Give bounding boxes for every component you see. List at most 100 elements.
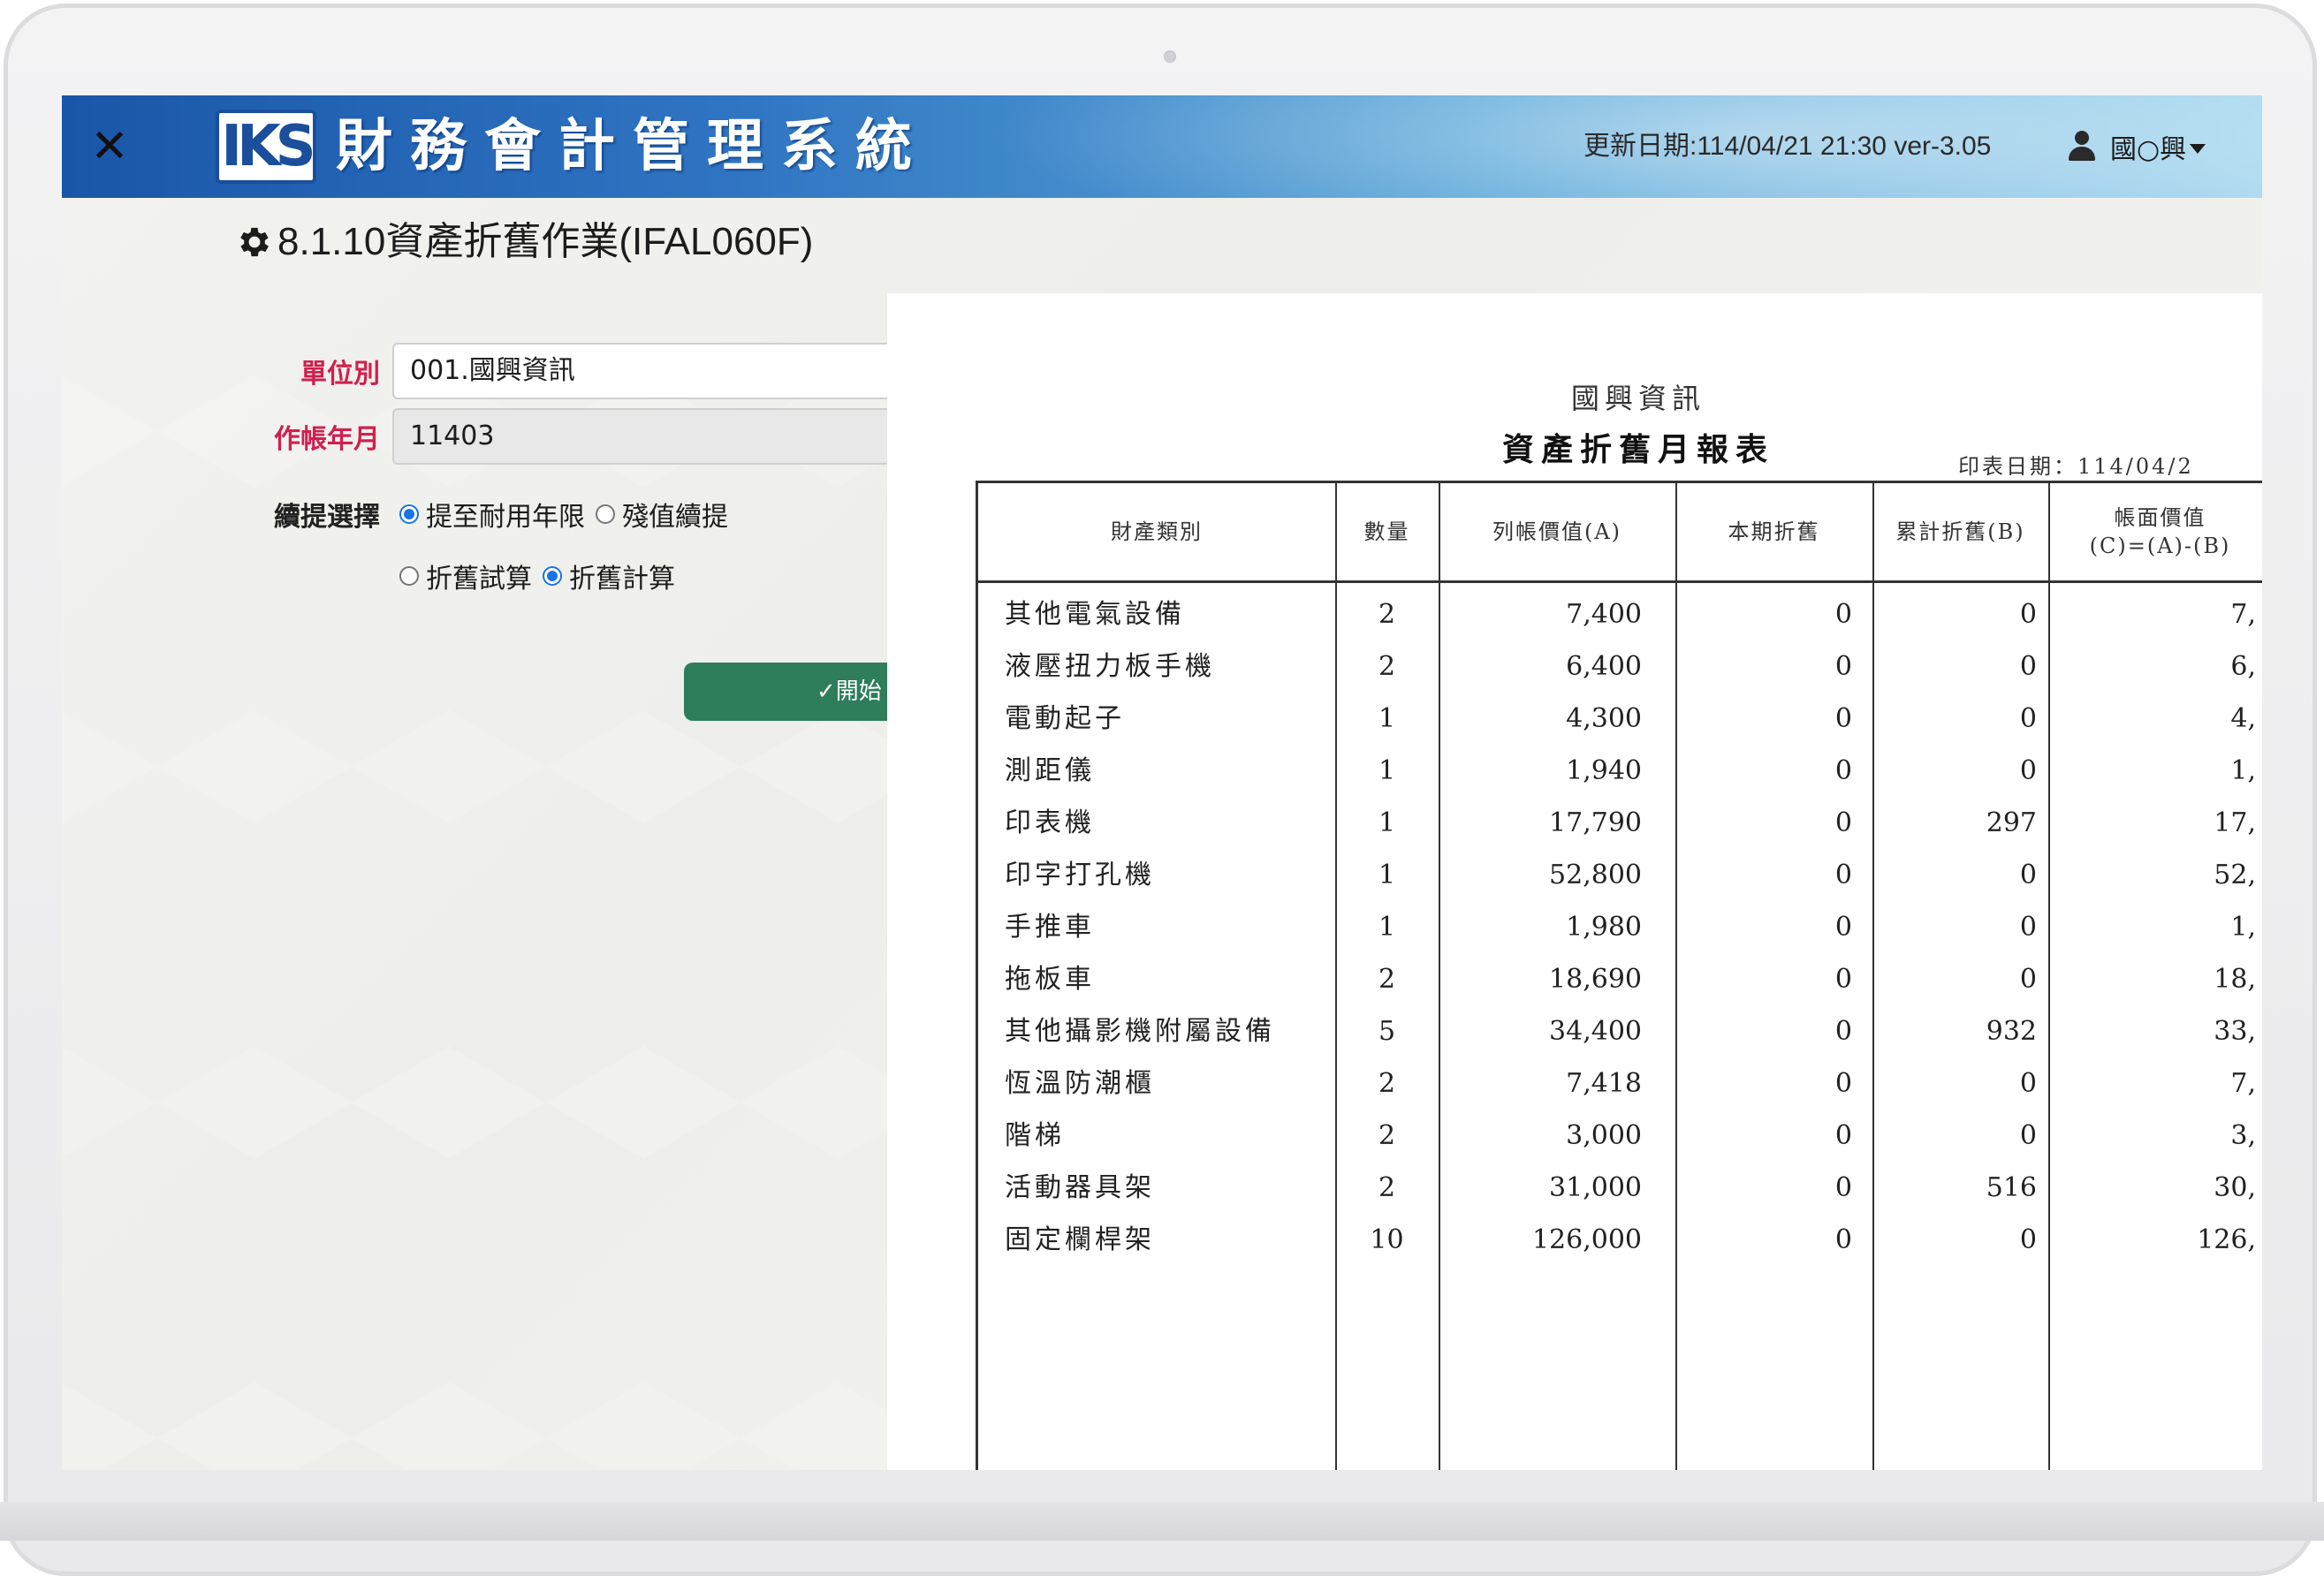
cell-cost: 4,300 (1566, 703, 1642, 734)
cell-accum: 0 (2019, 964, 2037, 995)
cell-qty: 2 (1378, 1172, 1396, 1203)
column-header-category: 財產類別 (1111, 519, 1203, 544)
radio-calc-label[interactable]: 折舊計算 (569, 557, 675, 595)
cell-book: 52, (2214, 860, 2256, 890)
logo-text: IKS (221, 114, 313, 179)
cell-accum: 297 (1986, 807, 2037, 838)
cell-qty: 2 (1378, 964, 1396, 995)
update-info: 更新日期:114/04/21 21:30 ver-3.05 (1584, 132, 1992, 161)
cell-accum: 0 (2019, 860, 2037, 890)
cell-name: 液壓扭力板手機 (1005, 651, 1215, 682)
radio-full-life[interactable] (399, 504, 419, 524)
cell-cost: 6,400 (1566, 651, 1642, 682)
cell-current: 0 (1834, 964, 1852, 995)
cell-accum: 0 (2019, 703, 2037, 734)
cell-qty: 2 (1378, 1068, 1396, 1099)
cell-qty: 2 (1378, 651, 1396, 682)
laptop-bottom-rim (0, 1502, 2324, 1541)
cell-accum: 932 (1986, 1016, 2037, 1047)
cell-accum: 0 (2019, 1120, 2037, 1151)
caret-down-icon (2190, 143, 2206, 154)
cell-qty: 5 (1378, 1016, 1396, 1047)
cell-qty: 1 (1378, 807, 1396, 838)
cell-current: 0 (1834, 1172, 1852, 1203)
cell-book: 3, (2230, 1120, 2256, 1151)
cell-book: 17, (2214, 807, 2256, 838)
cell-name: 固定欄桿架 (1005, 1224, 1155, 1255)
cell-name: 手推車 (1005, 912, 1095, 943)
cell-book: 7, (2230, 1068, 2256, 1099)
cell-current: 0 (1834, 599, 1852, 630)
cell-current: 0 (1834, 1120, 1852, 1151)
radio-full-life-label[interactable]: 提至耐用年限 (426, 495, 585, 534)
close-icon[interactable]: ✕ (85, 122, 134, 171)
cell-book: 6, (2230, 651, 2256, 682)
cell-name: 其他電氣設備 (1005, 599, 1185, 630)
depreciation-report: 國興資訊 資產折舊月報表 印表日期：114/04/2 財產類別 數量 列帳價值(… (887, 293, 2262, 1470)
radio-trial[interactable] (399, 566, 419, 586)
report-table: 財產類別 數量 列帳價值(A) 本期折舊 累計折舊(B) 帳面價值 (C)=(A… (976, 481, 2262, 1470)
app-title: 財務會計管理系統 (336, 114, 930, 179)
cell-book: 18, (2214, 964, 2256, 995)
cell-qty: 2 (1378, 1120, 1396, 1151)
report-company: 國興資訊 (1570, 382, 1705, 415)
user-menu[interactable]: 國○興 (2066, 124, 2206, 170)
cell-name: 活動器具架 (1005, 1172, 1155, 1203)
column-header-cost: 列帳價值(A) (1492, 519, 1622, 544)
cell-cost: 7,400 (1566, 599, 1642, 630)
cell-cost: 17,790 (1549, 807, 1642, 838)
user-icon (2066, 129, 2098, 164)
cell-accum: 0 (2019, 1224, 2037, 1255)
column-header-book: 帳面價值 (C)=(A)-(B) (2089, 505, 2231, 558)
cell-book: 33, (2214, 1016, 2256, 1047)
column-header-qty: 數量 (1363, 519, 1410, 544)
radio-trial-label[interactable]: 折舊試算 (426, 557, 532, 595)
cell-qty: 1 (1378, 912, 1396, 943)
radio-calc[interactable] (543, 566, 562, 586)
radio-residual[interactable] (596, 504, 615, 524)
cell-name: 電動起子 (1005, 703, 1125, 734)
cell-name: 階梯 (1005, 1120, 1065, 1151)
radio-residual-label[interactable]: 殘值續提 (622, 495, 728, 534)
cell-accum: 0 (2019, 912, 2037, 943)
cell-book: 4, (2230, 703, 2256, 734)
cell-current: 0 (1834, 1068, 1852, 1099)
cell-cost: 1,940 (1566, 755, 1642, 786)
period-field[interactable]: 11403 (392, 408, 958, 465)
cell-qty: 2 (1378, 599, 1396, 630)
cell-name: 其他攝影機附屬設備 (1005, 1016, 1275, 1047)
user-name: 國○興 (2110, 134, 2187, 165)
gear-icon (240, 227, 269, 257)
app-header: ✕ IKS 財務會計管理系統 更新日期:114/04/21 21:30 ver-… (62, 95, 2262, 198)
page-title-text: 8.1.10資產折舊作業(IFAL060F) (277, 220, 814, 263)
cell-current: 0 (1834, 1016, 1852, 1047)
cell-name: 印字打孔機 (1005, 860, 1155, 890)
cell-cost: 18,690 (1549, 964, 1642, 995)
app-screen: ✕ IKS 財務會計管理系統 更新日期:114/04/21 21:30 ver-… (62, 95, 2262, 1470)
print-date: 印表日期：114/04/2 (1958, 454, 2194, 479)
cell-accum: 0 (2019, 755, 2037, 786)
cell-book: 7, (2230, 599, 2256, 630)
cell-name: 恆溫防潮櫃 (1005, 1068, 1155, 1099)
cell-current: 0 (1834, 860, 1852, 890)
cell-cost: 31,000 (1549, 1172, 1642, 1203)
cell-current: 0 (1834, 651, 1852, 682)
cell-current: 0 (1834, 1224, 1852, 1255)
cell-qty: 1 (1378, 755, 1396, 786)
cell-current: 0 (1834, 912, 1852, 943)
camera-dot (1164, 50, 1176, 63)
column-header-accum: 累計折舊(B) (1895, 519, 2025, 544)
cell-accum: 516 (1986, 1172, 2037, 1203)
cell-cost: 7,418 (1566, 1068, 1642, 1099)
continue-options: 提至耐用年限 殘值續提 (399, 495, 739, 534)
unit-field[interactable]: 001.國興資訊 (392, 343, 958, 399)
cell-name: 拖板車 (1005, 964, 1095, 995)
cell-cost: 1,980 (1566, 912, 1642, 943)
header-divider (978, 580, 2262, 583)
cell-qty: 1 (1378, 703, 1396, 734)
cell-qty: 1 (1378, 860, 1396, 890)
cell-cost: 3,000 (1566, 1120, 1642, 1151)
cell-accum: 0 (2019, 599, 2037, 630)
cell-cost: 126,000 (1531, 1224, 1642, 1255)
cell-name: 測距儀 (1005, 755, 1095, 786)
